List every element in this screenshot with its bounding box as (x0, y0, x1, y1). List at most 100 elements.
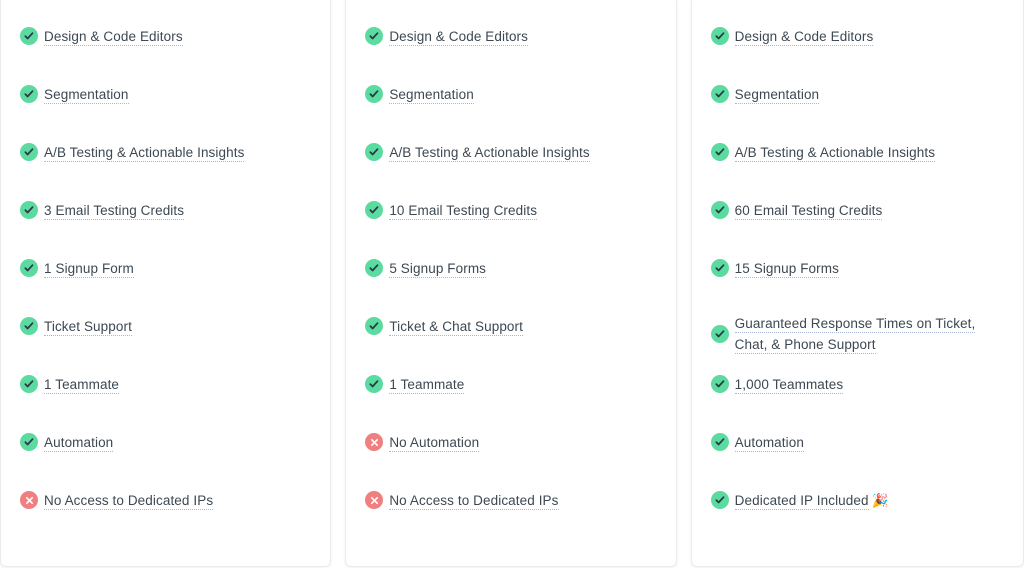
feature-item: Ticket & Chat Support (346, 313, 675, 339)
feature-item: No Access to Dedicated IPs (346, 487, 675, 513)
feature-label-wrap: Segmentation (389, 84, 661, 105)
check-circle-icon (365, 375, 384, 393)
feature-item: A/B Testing & Actionable Insights (346, 139, 675, 165)
feature-label-wrap: No Automation (389, 432, 661, 453)
check-circle-icon (710, 201, 729, 219)
feature-item: 3 Email Testing Credits (1, 197, 330, 223)
feature-label-wrap: 10 Email Testing Credits (389, 200, 661, 221)
feature-label[interactable]: A/B Testing & Actionable Insights (44, 144, 245, 162)
feature-label[interactable]: Design & Code Editors (734, 28, 874, 46)
feature-label-wrap: Design & Code Editors (734, 26, 1009, 47)
feature-item: 1,000 Teammates (692, 371, 1023, 397)
feature-item: A/B Testing & Actionable Insights (692, 139, 1023, 165)
plan-premium-card: Design & Code Editors Segmentation A/B Tes… (690, 0, 1024, 567)
feature-label[interactable]: Ticket Support (44, 318, 132, 336)
feature-label[interactable]: Segmentation (389, 86, 474, 104)
feature-item: No Automation (346, 429, 675, 455)
feature-item: Automation (1, 429, 330, 455)
feature-label-wrap: Guaranteed Response Times on Ticket, Cha… (734, 313, 1009, 355)
feature-label-wrap: 3 Email Testing Credits (44, 200, 316, 221)
feature-label-wrap: Design & Code Editors (389, 26, 661, 47)
check-circle-icon (710, 491, 729, 509)
check-circle-icon (20, 259, 38, 277)
feature-label-wrap: Automation (44, 432, 316, 453)
check-circle-icon (710, 85, 729, 103)
feature-label[interactable]: Segmentation (44, 86, 129, 104)
feature-label[interactable]: Automation (44, 434, 114, 452)
feature-label[interactable]: No Access to Dedicated IPs (389, 492, 559, 510)
feature-item: 1 Signup Form (1, 255, 330, 281)
feature-label[interactable]: No Access to Dedicated IPs (44, 492, 214, 510)
check-circle-icon (365, 143, 384, 161)
feature-item: Segmentation (346, 81, 675, 107)
feature-label-wrap: Segmentation (44, 84, 316, 105)
feature-label-wrap: A/B Testing & Actionable Insights (734, 142, 1009, 163)
feature-label[interactable]: Design & Code Editors (389, 28, 528, 46)
x-circle-icon (365, 433, 384, 451)
feature-label[interactable]: A/B Testing & Actionable Insights (389, 144, 590, 162)
feature-label-wrap: A/B Testing & Actionable Insights (389, 142, 661, 163)
feature-label[interactable]: 1,000 Teammates (734, 376, 844, 394)
party-popper-icon: 🎉 (871, 492, 889, 508)
feature-label-wrap: Ticket & Chat Support (389, 316, 661, 337)
check-circle-icon (710, 375, 729, 393)
feature-label-wrap: A/B Testing & Actionable Insights (44, 142, 316, 163)
check-circle-icon (365, 259, 384, 277)
feature-label-wrap: Segmentation (734, 84, 1009, 105)
feature-label[interactable]: Guaranteed Response Times on Ticket, Cha… (734, 316, 976, 354)
check-circle-icon (365, 27, 384, 45)
feature-label-wrap: No Access to Dedicated IPs (44, 490, 316, 511)
feature-label[interactable]: Design & Code Editors (44, 28, 183, 46)
feature-label-wrap: 1 Teammate (44, 374, 316, 395)
feature-item: Automation (692, 429, 1023, 455)
feature-label[interactable]: 10 Email Testing Credits (389, 202, 538, 220)
feature-item: 1 Teammate (1, 371, 330, 397)
feature-label[interactable]: 60 Email Testing Credits (734, 202, 883, 220)
feature-label-wrap: 5 Signup Forms (389, 258, 661, 279)
feature-item: Design & Code Editors (1, 23, 330, 49)
feature-label[interactable]: Segmentation (734, 86, 820, 104)
feature-label[interactable]: 3 Email Testing Credits (44, 202, 185, 220)
feature-label[interactable]: 1 Teammate (389, 376, 465, 394)
feature-item: Design & Code Editors (346, 23, 675, 49)
feature-label[interactable]: 1 Signup Form (44, 260, 134, 278)
feature-item: 60 Email Testing Credits (692, 197, 1023, 223)
check-circle-icon (710, 433, 729, 451)
feature-label-wrap: Design & Code Editors (44, 26, 316, 47)
feature-item: 15 Signup Forms (692, 255, 1023, 281)
feature-item: No Access to Dedicated IPs (1, 487, 330, 513)
check-circle-icon (710, 27, 729, 45)
x-circle-icon (365, 491, 384, 509)
check-circle-icon (365, 317, 384, 335)
feature-label-wrap: Ticket Support (44, 316, 316, 337)
feature-item: 1 Teammate (346, 371, 675, 397)
check-circle-icon (20, 433, 38, 451)
feature-label[interactable]: 1 Teammate (44, 376, 120, 394)
plan-standard-card: Design & Code Editors Segmentation A/B Tes… (345, 0, 677, 567)
feature-item: A/B Testing & Actionable Insights (1, 139, 330, 165)
check-circle-icon (20, 85, 38, 103)
feature-item: Design & Code Editors (692, 23, 1023, 49)
feature-label[interactable]: A/B Testing & Actionable Insights (734, 144, 936, 162)
x-circle-icon (20, 491, 38, 509)
check-circle-icon (20, 143, 38, 161)
feature-item: Ticket Support (1, 313, 330, 339)
feature-label-wrap: 1,000 Teammates (734, 374, 1009, 395)
check-circle-icon (710, 143, 729, 161)
feature-item: Dedicated IP Included 🎉 (692, 487, 1023, 513)
check-circle-icon (710, 259, 729, 277)
feature-item: 5 Signup Forms (346, 255, 675, 281)
feature-label[interactable]: 5 Signup Forms (389, 260, 487, 278)
check-circle-icon (365, 85, 384, 103)
feature-label-wrap: 60 Email Testing Credits (734, 200, 1009, 221)
feature-label[interactable]: Automation (734, 434, 804, 452)
feature-label[interactable]: Ticket & Chat Support (389, 318, 523, 336)
feature-item: Segmentation (1, 81, 330, 107)
check-circle-icon (20, 27, 38, 45)
feature-item: Guaranteed Response Times on Ticket, Cha… (692, 313, 1023, 355)
feature-label[interactable]: 15 Signup Forms (734, 260, 839, 278)
plan-basic-card: Design & Code Editors Segmentation A/B Tes… (0, 0, 332, 567)
feature-label-wrap: 1 Signup Form (44, 258, 316, 279)
feature-label[interactable]: Dedicated IP Included (734, 492, 869, 510)
feature-label[interactable]: No Automation (389, 434, 480, 452)
